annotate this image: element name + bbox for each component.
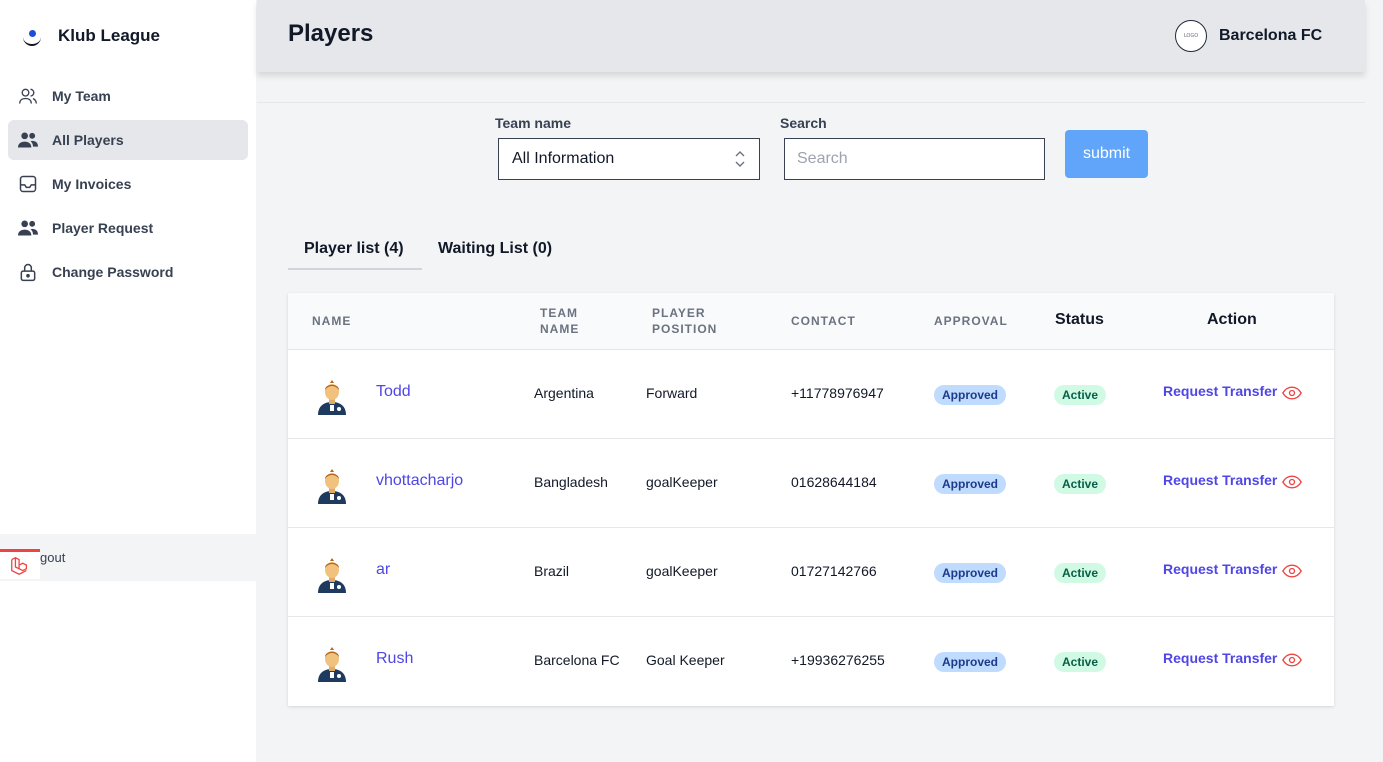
sidebar-item-my-team[interactable]: My Team bbox=[8, 76, 248, 116]
player-position-cell: goalKeeper bbox=[646, 474, 718, 490]
contact-cell: +11778976947 bbox=[791, 385, 884, 401]
search-label: Search bbox=[780, 115, 827, 131]
contact-cell: +19936276255 bbox=[791, 652, 885, 668]
eye-icon[interactable] bbox=[1282, 474, 1302, 490]
divider bbox=[257, 102, 1365, 103]
column-header-name: NAME bbox=[312, 314, 352, 328]
status-badge: Active bbox=[1054, 474, 1107, 494]
table-body: Todd Argentina Forward +11778976947 Appr… bbox=[288, 350, 1334, 706]
sidebar-item-label: Player Request bbox=[52, 220, 154, 236]
request-transfer-link[interactable]: Request Transfer bbox=[1163, 561, 1277, 577]
eye-icon[interactable] bbox=[1282, 652, 1302, 668]
table-row: vhottacharjo Bangladesh goalKeeper 01628… bbox=[288, 439, 1334, 528]
player-name-link[interactable]: Rush bbox=[376, 650, 413, 668]
contact-cell: 01727142766 bbox=[791, 563, 877, 579]
sidebar-item-all-players[interactable]: All Players bbox=[8, 120, 248, 160]
lock-icon bbox=[18, 262, 38, 282]
table-row: Todd Argentina Forward +11778976947 Appr… bbox=[288, 350, 1334, 439]
player-avatar bbox=[318, 647, 346, 682]
submit-button[interactable]: submit bbox=[1065, 130, 1148, 178]
team-name-label: Team name bbox=[495, 115, 571, 131]
request-transfer-link[interactable]: Request Transfer bbox=[1163, 472, 1277, 488]
table-row: Rush Barcelona FC Goal Keeper +199362762… bbox=[288, 617, 1334, 706]
chevron-updown-icon bbox=[735, 151, 745, 167]
laravel-logo-icon[interactable] bbox=[0, 549, 40, 579]
inbox-icon bbox=[18, 174, 38, 194]
logout-label: gout bbox=[40, 550, 66, 565]
sidebar-item-label: My Invoices bbox=[52, 176, 132, 192]
users-solid-icon bbox=[18, 130, 38, 150]
column-header-player-position: PLAYER POSITION bbox=[652, 306, 718, 336]
approval-badge: Approved bbox=[934, 474, 1007, 494]
sidebar-nav: My Team All Players My Invoices Player R… bbox=[8, 76, 248, 296]
club-name: Barcelona FC bbox=[1219, 27, 1323, 44]
sidebar: Klub League My Team All Players My Invoi… bbox=[0, 0, 256, 762]
brand-name: Klub League bbox=[58, 26, 161, 45]
club-logo: LOGO bbox=[1175, 20, 1207, 52]
eye-icon[interactable] bbox=[1282, 385, 1302, 401]
player-position-cell: Forward bbox=[646, 385, 698, 401]
player-position-cell: Goal Keeper bbox=[646, 652, 725, 668]
approval-badge: Approved bbox=[934, 563, 1007, 583]
player-avatar bbox=[318, 380, 346, 415]
players-table: NAME TEAM NAME PLAYER POSITION CONTACT A… bbox=[288, 293, 1334, 706]
sidebar-item-label: My Team bbox=[52, 88, 111, 104]
player-avatar bbox=[318, 558, 346, 593]
column-header-status: Status bbox=[1055, 311, 1104, 328]
column-header-team-name: TEAM NAME bbox=[540, 306, 580, 336]
tab-player-list[interactable]: Player list (4) bbox=[288, 238, 422, 270]
player-position-cell: goalKeeper bbox=[646, 563, 718, 579]
request-transfer-link[interactable]: Request Transfer bbox=[1163, 383, 1277, 399]
sidebar-item-label: Change Password bbox=[52, 264, 174, 280]
team-name-cell: Barcelona FC bbox=[534, 652, 620, 668]
status-badge: Active bbox=[1054, 385, 1107, 405]
brand[interactable]: Klub League bbox=[20, 24, 160, 48]
eye-icon[interactable] bbox=[1282, 563, 1302, 579]
team-name-cell: Argentina bbox=[534, 385, 594, 401]
table-row: ar Brazil goalKeeper 01727142766 Approve… bbox=[288, 528, 1334, 617]
team-name-select[interactable]: All Information bbox=[498, 138, 760, 180]
sidebar-item-my-invoices[interactable]: My Invoices bbox=[8, 164, 248, 204]
table-header: NAME TEAM NAME PLAYER POSITION CONTACT A… bbox=[288, 293, 1334, 350]
page-title: Players bbox=[288, 20, 374, 47]
player-name-link[interactable]: ar bbox=[376, 561, 390, 579]
team-name-select-value: All Information bbox=[512, 150, 615, 167]
brand-logo-icon bbox=[20, 24, 44, 48]
sidebar-item-label: All Players bbox=[52, 132, 124, 148]
contact-cell: 01628644184 bbox=[791, 474, 877, 490]
sidebar-item-change-password[interactable]: Change Password bbox=[8, 252, 248, 292]
column-header-approval: APPROVAL bbox=[934, 314, 1008, 328]
player-name-link[interactable]: Todd bbox=[376, 383, 411, 401]
player-name-link[interactable]: vhottacharjo bbox=[376, 472, 463, 490]
users-outline-icon bbox=[18, 86, 38, 106]
request-transfer-link[interactable]: Request Transfer bbox=[1163, 650, 1277, 666]
column-header-contact: CONTACT bbox=[791, 314, 856, 328]
team-name-cell: Bangladesh bbox=[534, 474, 608, 490]
top-header: Players LOGO Barcelona FC bbox=[257, 0, 1365, 72]
search-input[interactable] bbox=[784, 138, 1045, 180]
approval-badge: Approved bbox=[934, 652, 1007, 672]
status-badge: Active bbox=[1054, 652, 1107, 672]
team-name-cell: Brazil bbox=[534, 563, 570, 579]
approval-badge: Approved bbox=[934, 385, 1007, 405]
sidebar-item-player-request[interactable]: Player Request bbox=[8, 208, 248, 248]
status-badge: Active bbox=[1054, 563, 1107, 583]
column-header-action: Action bbox=[1207, 311, 1257, 328]
club-profile[interactable]: LOGO Barcelona FC bbox=[1175, 20, 1322, 52]
logout-button[interactable]: gout bbox=[0, 534, 256, 581]
player-avatar bbox=[318, 469, 346, 504]
users-solid-icon bbox=[18, 218, 38, 238]
tab-waiting-list[interactable]: Waiting List (0) bbox=[438, 238, 552, 270]
